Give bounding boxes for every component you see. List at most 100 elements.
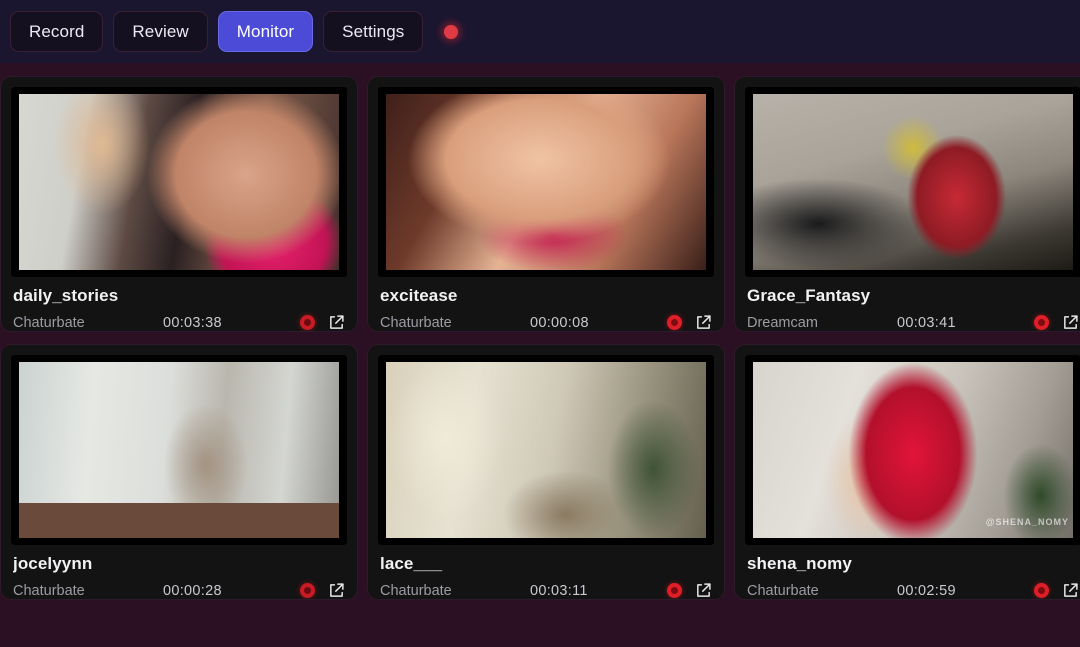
letterbox-right [706,87,714,277]
stream-card-jocelyynn[interactable]: jocelyynn Chaturbate 00:00:28 [0,344,358,600]
stream-card-subrow: Chaturbate 00:00:08 [380,314,712,331]
open-external-icon[interactable] [695,314,712,331]
stream-card-shena_nomy[interactable]: @SHENA_NOMY shena_nomy Chaturbate 00:02:… [734,344,1080,600]
stream-model-name: Grace_Fantasy [747,286,871,305]
stream-card-excitease[interactable]: excitease Chaturbate 00:00:08 [367,76,725,332]
top-tab-bar: Record Review Monitor Settings [0,0,1080,63]
stream-card-meta: jocelyynn Chaturbate 00:00:28 [1,545,357,599]
stream-duration: 00:03:41 [897,314,956,331]
letterbox-bottom [745,270,1080,277]
stream-card-subrow: Dreamcam 00:03:41 [747,314,1079,331]
tab-monitor[interactable]: Monitor [217,11,314,52]
letterbox-right [1073,355,1080,545]
stream-card-actions [300,314,345,331]
monitor-app-window: Record Review Monitor Settings daily_sto… [0,0,1080,647]
letterbox-left [11,355,19,545]
letterbox-right [1073,87,1080,277]
open-external-icon[interactable] [1062,314,1079,331]
record-stop-icon[interactable] [300,315,315,330]
stream-duration: 00:00:28 [163,582,222,599]
letterbox-bottom [11,538,347,545]
recording-status-dot-glyph [444,24,459,39]
stream-card-meta: lace___ Chaturbate 00:03:11 [368,545,724,599]
stream-card-actions [667,582,712,599]
stream-thumbnail[interactable] [11,87,347,277]
stream-thumbnail[interactable] [745,87,1080,277]
stream-platform: Chaturbate [13,314,85,331]
stream-thumbnail[interactable] [378,355,714,545]
stream-card-grace_fantasy[interactable]: Grace_Fantasy Dreamcam 00:03:41 [734,76,1080,332]
letterbox-bottom [378,538,714,545]
letterbox-left [745,355,753,545]
tab-settings[interactable]: Settings [323,11,424,52]
record-stop-icon[interactable] [667,315,682,330]
stream-model-name: lace___ [380,554,443,573]
stream-model-name: daily_stories [13,286,119,305]
tab-monitor-label: Monitor [236,21,295,41]
stream-duration: 00:03:38 [163,314,222,331]
record-stop-icon[interactable] [667,583,682,598]
stream-card-meta: excitease Chaturbate 00:00:08 [368,277,724,331]
stream-card-actions [300,582,345,599]
stream-card-subrow: Chaturbate 00:00:28 [13,582,345,599]
recording-status-dot [437,18,465,46]
letterbox-top [11,355,347,362]
stream-thumbnail-image [745,87,1080,277]
tab-record-label: Record [29,21,85,41]
record-stop-icon[interactable] [1034,583,1049,598]
letterbox-left [378,87,386,277]
stream-duration: 00:02:59 [897,582,956,599]
tab-settings-label: Settings [342,21,405,41]
letterbox-top [378,87,714,94]
record-stop-icon[interactable] [1034,315,1049,330]
stream-thumbnail[interactable]: @SHENA_NOMY [745,355,1080,545]
stream-card-meta: daily_stories Chaturbate 00:03:38 [1,277,357,331]
open-external-icon[interactable] [328,582,345,599]
stream-card-subrow: Chaturbate 00:03:38 [13,314,345,331]
stream-duration: 00:00:08 [530,314,589,331]
open-external-icon[interactable] [1062,582,1079,599]
letterbox-left [745,87,753,277]
letterbox-left [11,87,19,277]
letterbox-right [706,355,714,545]
tab-review-label: Review [132,21,189,41]
stream-thumbnail-image [378,87,714,277]
letterbox-right [339,87,347,277]
stream-card-actions [667,314,712,331]
stream-watermark: @SHENA_NOMY [985,517,1069,527]
stream-card-subrow: Chaturbate 00:03:11 [380,582,712,599]
stream-card-subrow: Chaturbate 00:02:59 [747,582,1079,599]
stream-thumbnail-image [11,87,347,277]
stream-card-daily_stories[interactable]: daily_stories Chaturbate 00:03:38 [0,76,358,332]
letterbox-top [378,355,714,362]
open-external-icon[interactable] [328,314,345,331]
stream-duration: 00:03:11 [530,582,588,599]
letterbox-right [339,355,347,545]
stream-card-meta: Grace_Fantasy Dreamcam 00:03:41 [735,277,1080,331]
open-external-icon[interactable] [695,582,712,599]
stream-platform: Chaturbate [380,582,452,599]
stream-thumbnail[interactable] [378,87,714,277]
letterbox-bottom [378,270,714,277]
letterbox-bottom [745,538,1080,545]
tab-record[interactable]: Record [10,11,104,52]
stream-card-lace[interactable]: lace___ Chaturbate 00:03:11 [367,344,725,600]
stream-thumbnail-image [11,355,347,545]
stream-card-meta: shena_nomy Chaturbate 00:02:59 [735,545,1080,599]
stream-card-grid: daily_stories Chaturbate 00:03:38 excite… [0,76,1080,600]
stream-card-actions [1034,582,1079,599]
stream-platform: Chaturbate [13,582,85,599]
letterbox-left [378,355,386,545]
tab-review[interactable]: Review [113,11,208,52]
stream-platform: Dreamcam [747,314,818,331]
stream-model-name: shena_nomy [747,554,852,573]
stream-thumbnail[interactable] [11,355,347,545]
letterbox-top [11,87,347,94]
stream-thumbnail-image [378,355,714,545]
stream-model-name: jocelyynn [13,554,93,573]
letterbox-bottom [11,270,347,277]
stream-platform: Chaturbate [747,582,819,599]
stream-platform: Chaturbate [380,314,452,331]
stream-card-actions [1034,314,1079,331]
record-stop-icon[interactable] [300,583,315,598]
